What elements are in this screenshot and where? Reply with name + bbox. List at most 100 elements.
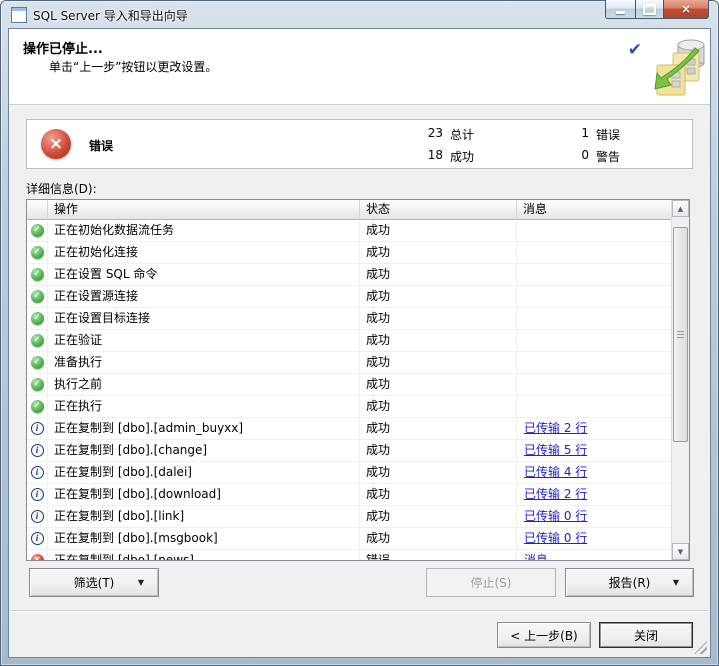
scroll-up-button[interactable]: ▲ [672, 200, 689, 217]
info-icon: i [31, 466, 44, 479]
table-row[interactable]: i正在复制到 [dbo].[link]成功已传输 0 行 [27, 506, 672, 528]
icon-cell: ✓ [27, 220, 48, 241]
column-header-status[interactable]: 状态 [360, 200, 517, 220]
message-link[interactable]: 已传输 5 行 [524, 443, 587, 457]
scrollbar-thumb[interactable] [673, 227, 688, 442]
message-cell [517, 330, 672, 351]
stop-button-label: 停止(S) [471, 574, 512, 591]
back-button[interactable]: < 上一步(B) [497, 622, 591, 648]
info-icon: i [31, 422, 44, 435]
message-cell [517, 352, 672, 373]
stat-warning-value: 0 [565, 148, 589, 165]
window-title: SQL Server 导入和导出向导 [33, 7, 188, 24]
report-button[interactable]: 报告(R) ▼ [565, 568, 694, 597]
message-link[interactable]: 已传输 2 行 [524, 487, 587, 501]
message-cell: 已传输 2 行 [517, 484, 672, 505]
message-link[interactable]: 已传输 4 行 [524, 465, 587, 479]
table-row[interactable]: ✓正在初始化数据流任务成功 [27, 220, 672, 242]
table-row[interactable]: ✓准备执行成功 [27, 352, 672, 374]
message-link[interactable]: 已传输 2 行 [524, 421, 587, 435]
minimize-icon [616, 11, 625, 14]
details-label: 详细信息(D): [26, 180, 97, 197]
action-cell: 正在复制到 [dbo].[msgbook] [48, 528, 360, 549]
icon-cell: ✓ [27, 374, 48, 395]
icon-cell: ✓ [27, 352, 48, 373]
status-cell: 成功 [360, 308, 517, 329]
success-icon: ✓ [31, 334, 44, 347]
summary-panel: × 错误 23 总计 18 成功 1 错误 0 警告 [26, 119, 693, 169]
page-subtitle: 单击“上一步”按钮以更改设置。 [49, 58, 217, 75]
chevron-down-icon: ▼ [138, 578, 144, 587]
close-dialog-button-label: 关闭 [634, 627, 658, 644]
error-icon: × [31, 554, 44, 561]
status-cell: 成功 [360, 286, 517, 307]
table-row[interactable]: i正在复制到 [dbo].[download]成功已传输 2 行 [27, 484, 672, 506]
vertical-scrollbar[interactable]: ▲ ▼ [671, 200, 689, 560]
column-header-action[interactable]: 操作 [48, 200, 360, 220]
status-cell: 成功 [360, 440, 517, 461]
stat-total: 23 总计 [419, 126, 474, 143]
action-cell: 正在复制到 [dbo].[link] [48, 506, 360, 527]
table-row[interactable]: × 正在复制到 [dbo].[news]错误消息... [27, 550, 672, 561]
stat-error-label: 错误 [596, 126, 620, 143]
scroll-down-button[interactable]: ▼ [672, 543, 689, 560]
back-button-label: < 上一步(B) [510, 627, 577, 644]
page-title: 操作已停止... [23, 38, 103, 57]
table-row[interactable]: ✓正在验证成功 [27, 330, 672, 352]
table-row[interactable]: ✓执行之前成功 [27, 374, 672, 396]
filter-button[interactable]: 筛选(T) ▼ [29, 568, 159, 597]
stat-error-value: 1 [565, 126, 589, 143]
action-cell: 准备执行 [48, 352, 360, 373]
status-cell: 错误 [360, 550, 517, 561]
stat-success: 18 成功 [419, 148, 474, 165]
table-row[interactable]: i正在复制到 [dbo].[admin_buyxx]成功已传输 2 行 [27, 418, 672, 440]
action-cell: 正在设置源连接 [48, 286, 360, 307]
grid-body: ✓正在初始化数据流任务成功✓正在初始化连接成功✓正在设置 SQL 命令成功✓正在… [27, 220, 672, 561]
stat-warning-label: 警告 [596, 148, 620, 165]
table-row[interactable]: ✓正在设置 SQL 命令成功 [27, 264, 672, 286]
title-bar[interactable]: SQL Server 导入和导出向导 × [0, 0, 719, 28]
maximize-button[interactable] [635, 0, 664, 19]
wizard-icon [649, 37, 707, 99]
action-cell: 正在验证 [48, 330, 360, 351]
icon-cell: ✓ [27, 330, 48, 351]
table-row[interactable]: ✓正在设置目标连接成功 [27, 308, 672, 330]
table-row[interactable]: i正在复制到 [dbo].[change]成功已传输 5 行 [27, 440, 672, 462]
close-dialog-button[interactable]: 关闭 [599, 622, 693, 648]
icon-cell: i [27, 506, 48, 527]
icon-cell: ✓ [27, 286, 48, 307]
caption-buttons: × [605, 0, 709, 19]
action-cell: 正在复制到 [dbo].[news] [48, 550, 360, 561]
stop-button[interactable]: 停止(S) [426, 568, 556, 597]
message-link[interactable]: 已传输 0 行 [524, 531, 587, 545]
minimize-button[interactable] [605, 0, 635, 19]
maximize-icon [643, 4, 656, 15]
action-cell: 正在设置 SQL 命令 [48, 264, 360, 285]
column-header-message[interactable]: 消息 [517, 200, 672, 220]
app-icon [11, 7, 27, 23]
details-grid: 操作 状态 消息 ✓正在初始化数据流任务成功✓正在初始化连接成功✓正在设置 SQ… [26, 199, 690, 561]
message-link[interactable]: 已传输 0 行 [524, 509, 587, 523]
stat-success-label: 成功 [450, 148, 474, 165]
table-row[interactable]: ✓正在设置源连接成功 [27, 286, 672, 308]
message-cell: 已传输 0 行 [517, 506, 672, 527]
message-link[interactable]: 消息... [524, 553, 559, 561]
message-cell [517, 220, 672, 241]
message-cell [517, 374, 672, 395]
table-row[interactable]: ✓正在初始化连接成功 [27, 242, 672, 264]
column-header-icon[interactable] [27, 200, 48, 220]
resize-grip[interactable] [694, 641, 707, 654]
info-icon: i [31, 488, 44, 501]
action-cell: 正在复制到 [dbo].[dalei] [48, 462, 360, 483]
error-icon: × [41, 129, 71, 159]
stat-error: 1 错误 [565, 126, 620, 143]
table-row[interactable]: i正在复制到 [dbo].[dalei]成功已传输 4 行 [27, 462, 672, 484]
status-cell: 成功 [360, 528, 517, 549]
status-cell: 成功 [360, 352, 517, 373]
table-row[interactable]: ✓正在执行成功 [27, 396, 672, 418]
close-button[interactable]: × [664, 0, 709, 19]
status-cell: 成功 [360, 374, 517, 395]
table-row[interactable]: i正在复制到 [dbo].[msgbook]成功已传输 0 行 [27, 528, 672, 550]
close-icon: × [681, 3, 691, 15]
filter-button-label: 筛选(T) [74, 574, 115, 591]
